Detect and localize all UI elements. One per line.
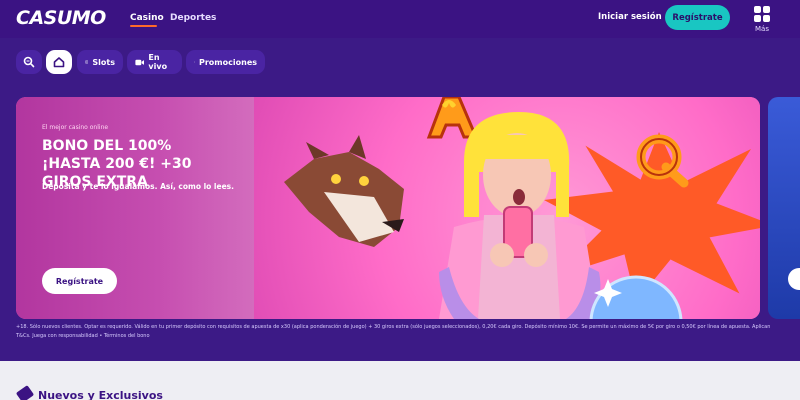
- nav-deportes[interactable]: Deportes: [170, 13, 216, 23]
- top-header: CASUMO Casino Deportes Iniciar sesión Re…: [0, 0, 800, 38]
- tab-en-vivo-label: En vivo: [148, 53, 168, 71]
- login-link[interactable]: Iniciar sesión: [598, 12, 662, 22]
- search-button[interactable]: [16, 50, 42, 74]
- home-tab[interactable]: [46, 50, 72, 74]
- tab-promociones-label: Promociones: [199, 57, 257, 67]
- section-title: Nuevos y Exclusivos: [38, 389, 163, 400]
- more-label: Más: [755, 25, 769, 33]
- ace-symbol: [426, 97, 479, 139]
- hero-subtitle: Deposita y te lo igualamos. Así, como lo…: [42, 182, 234, 191]
- search-icon: [23, 56, 35, 68]
- tab-slots-label: Slots: [92, 57, 115, 67]
- more-menu-button[interactable]: Más: [752, 6, 772, 36]
- grid-icon: [754, 6, 770, 22]
- casumo-logo[interactable]: CASUMO: [16, 7, 106, 29]
- hero-illustration: [284, 97, 689, 319]
- tab-promociones[interactable]: Promociones: [186, 50, 265, 74]
- nav-active-indicator: [130, 25, 157, 27]
- register-button[interactable]: Regístrate: [665, 5, 730, 30]
- hero-eyebrow: El mejor casino online: [42, 124, 109, 131]
- wolf-illustration: [284, 135, 404, 247]
- gift-icon: [194, 61, 195, 63]
- nav-casino[interactable]: Casino: [130, 13, 164, 23]
- woman-illustration: [439, 112, 601, 319]
- slots-icon: [85, 60, 89, 64]
- hero-artwork: [254, 97, 760, 319]
- bonus-terms: +18. Sólo nuevos clientes. Optar es requ…: [16, 324, 771, 339]
- tab-slots[interactable]: Slots: [77, 50, 123, 74]
- video-camera-icon: [135, 59, 145, 65]
- tab-en-vivo[interactable]: En vivo: [127, 50, 182, 74]
- home-icon: [53, 57, 65, 68]
- queen-symbol: [636, 134, 689, 188]
- hero-banner[interactable]: El mejor casino online BONO DEL 100% ¡HA…: [16, 97, 760, 319]
- crystal-ball-illustration: [589, 275, 683, 319]
- hero-register-button[interactable]: Regístrate: [42, 268, 117, 294]
